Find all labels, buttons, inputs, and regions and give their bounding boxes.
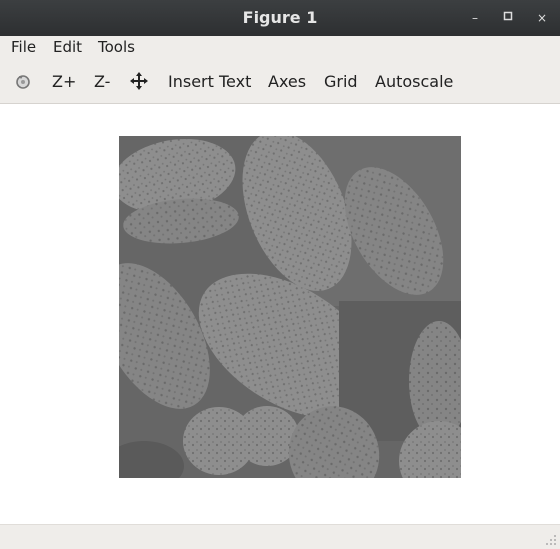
menu-tools[interactable]: Tools <box>98 38 135 56</box>
insert-text-button[interactable]: Insert Text <box>168 72 251 91</box>
resize-grip-icon[interactable] <box>545 534 557 546</box>
minimize-button[interactable]: – <box>467 10 483 26</box>
menu-bar: File Edit Tools <box>0 36 560 60</box>
menu-edit[interactable]: Edit <box>53 38 82 56</box>
toolbar: Z+ Z- Insert Text Axes Grid Autoscale <box>0 60 560 104</box>
pan-button[interactable] <box>128 70 152 94</box>
reset-view-button[interactable] <box>12 70 36 94</box>
zoom-out-button[interactable]: Z- <box>94 72 110 91</box>
move-arrows-icon <box>130 72 148 90</box>
axes-button[interactable]: Axes <box>268 72 306 91</box>
figure-canvas[interactable] <box>0 104 560 524</box>
grid-button[interactable]: Grid <box>324 72 358 91</box>
maximize-button[interactable] <box>500 10 516 26</box>
title-bar: Figure 1 – × <box>0 0 560 36</box>
zoom-in-button[interactable]: Z+ <box>52 72 76 91</box>
maximize-icon <box>503 11 513 21</box>
status-bar <box>0 524 560 549</box>
menu-file[interactable]: File <box>11 38 36 56</box>
rotate-reset-icon <box>16 75 30 89</box>
pollen-image <box>119 136 461 478</box>
autoscale-button[interactable]: Autoscale <box>375 72 453 91</box>
close-button[interactable]: × <box>534 10 550 26</box>
